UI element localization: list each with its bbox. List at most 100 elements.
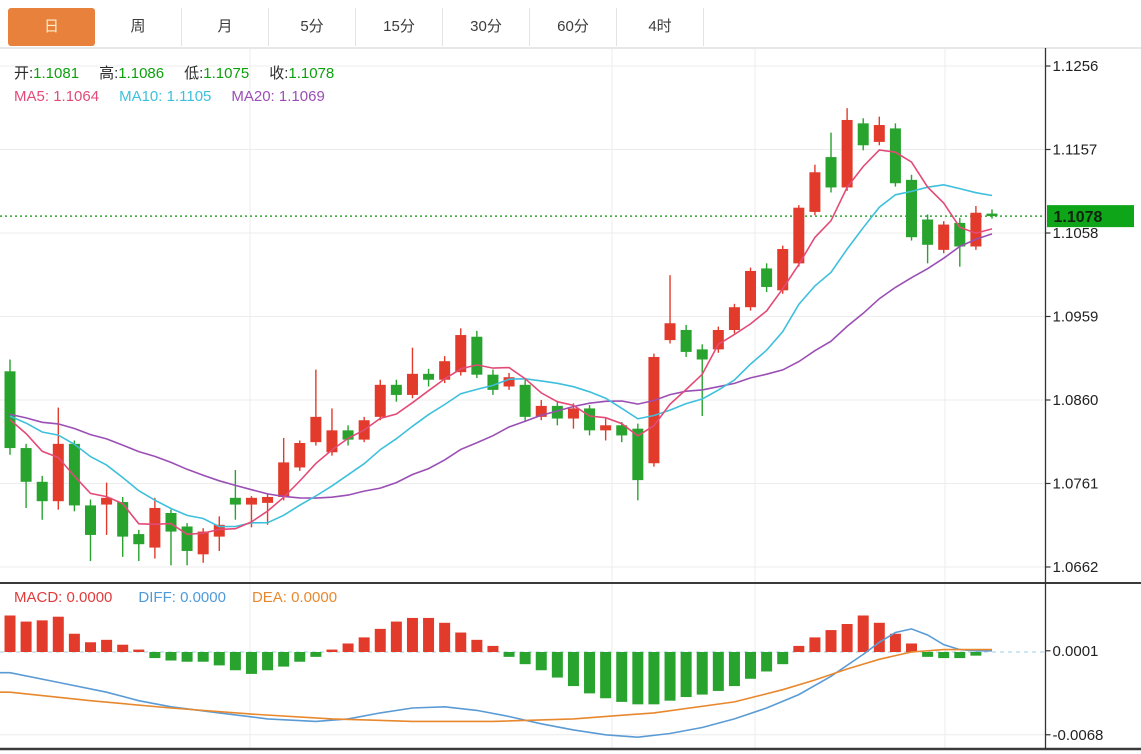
macd-bar: [922, 652, 933, 657]
macd-bar: [278, 652, 289, 667]
tab-5min[interactable]: 5分: [269, 8, 356, 46]
candle: [487, 375, 498, 390]
candle: [922, 219, 933, 244]
ma5-line: [10, 150, 992, 534]
macd-bar: [326, 650, 337, 652]
macd-bar: [69, 634, 80, 652]
candle: [375, 385, 386, 417]
macd-bar: [182, 652, 193, 662]
candle: [681, 330, 692, 352]
candle: [729, 307, 740, 330]
candle: [568, 408, 579, 418]
macd-bar: [745, 652, 756, 679]
candle: [423, 374, 434, 380]
candle: [697, 349, 708, 359]
candle: [117, 502, 128, 537]
chart-canvas[interactable]: 1.12561.11571.10581.09591.08601.07611.06…: [0, 48, 1141, 754]
candle: [793, 208, 804, 264]
macd-bar: [858, 615, 869, 652]
macd-bar: [5, 615, 16, 652]
candle: [842, 120, 853, 187]
macd-bar: [149, 652, 160, 658]
macd-bar: [133, 650, 144, 652]
tab-day[interactable]: 日: [8, 8, 95, 46]
macd-bar: [697, 652, 708, 695]
candle: [761, 268, 772, 287]
candle: [391, 385, 402, 395]
candle: [906, 180, 917, 237]
candle: [809, 172, 820, 212]
macd-bar: [600, 652, 611, 698]
macd-bar: [777, 652, 788, 664]
tab-15min[interactable]: 15分: [356, 8, 443, 46]
macd-bar: [294, 652, 305, 662]
axis-tick-label: 1.0959: [1053, 308, 1099, 325]
ma10-line: [10, 185, 992, 527]
axis-tick-label: 1.0761: [1053, 475, 1099, 492]
candles: [5, 108, 998, 565]
macd-bar: [874, 623, 885, 652]
macd-bar: [375, 629, 386, 652]
macd-bar: [536, 652, 547, 670]
candle: [520, 385, 531, 417]
macd-bar: [439, 623, 450, 652]
macd-bar: [793, 646, 804, 652]
candle: [858, 123, 869, 145]
candle: [890, 128, 901, 183]
candle: [938, 225, 949, 250]
macd-bar: [681, 652, 692, 697]
macd-bar: [246, 652, 257, 674]
axis-tick-label: 1.1256: [1053, 58, 1099, 75]
macd-bar: [359, 637, 370, 652]
candle: [37, 482, 48, 501]
axis-tick-label: 0.0001: [1053, 643, 1099, 660]
macd-bar: [584, 652, 595, 693]
macd-histogram: [5, 615, 982, 704]
axis-tick-label: 1.0662: [1053, 559, 1099, 576]
macd-bar: [391, 622, 402, 652]
candle: [874, 125, 885, 142]
candle: [745, 271, 756, 307]
candle: [987, 214, 998, 217]
macd-bar: [198, 652, 209, 662]
macd-bar: [53, 617, 64, 652]
timeframe-tabbar: 日 周 月 5分 15分 30分 60分 4时: [0, 0, 1141, 48]
macd-bar: [487, 646, 498, 652]
axis-tick-label: 1.1157: [1053, 141, 1098, 158]
macd-bar: [37, 620, 48, 652]
tab-30min[interactable]: 30分: [443, 8, 530, 46]
candle: [133, 534, 144, 544]
macd-bar: [938, 652, 949, 658]
macd-bar: [665, 652, 676, 701]
macd-bar: [826, 630, 837, 652]
tab-60min[interactable]: 60分: [530, 8, 617, 46]
macd-bar: [262, 652, 273, 670]
candle: [665, 323, 676, 340]
macd-bar: [906, 643, 917, 652]
macd-bar: [552, 652, 563, 678]
macd-bar: [842, 624, 853, 652]
candle: [230, 498, 241, 505]
macd-bar: [214, 652, 225, 665]
tab-4hour[interactable]: 4时: [617, 8, 704, 46]
trading-chart-app: 日 周 月 5分 15分 30分 60分 4时 开:1.1081 高:1.108…: [0, 0, 1141, 754]
tab-week[interactable]: 周: [95, 8, 182, 46]
macd-bar: [230, 652, 241, 670]
candle: [584, 408, 595, 430]
macd-bar: [165, 652, 176, 661]
macd-bar: [101, 640, 112, 652]
candle: [85, 505, 96, 535]
macd-bar: [954, 652, 965, 658]
tab-month[interactable]: 月: [182, 8, 269, 46]
macd-bar: [761, 652, 772, 671]
candle: [246, 498, 257, 505]
axis-tick-label: 1.1058: [1053, 225, 1099, 242]
candle: [471, 337, 482, 375]
candle: [165, 513, 176, 532]
ma20-line: [10, 234, 992, 498]
candle: [69, 444, 80, 506]
macd-bar: [520, 652, 531, 664]
candle: [5, 371, 16, 448]
candle: [21, 448, 32, 482]
macd-bar: [632, 652, 643, 704]
